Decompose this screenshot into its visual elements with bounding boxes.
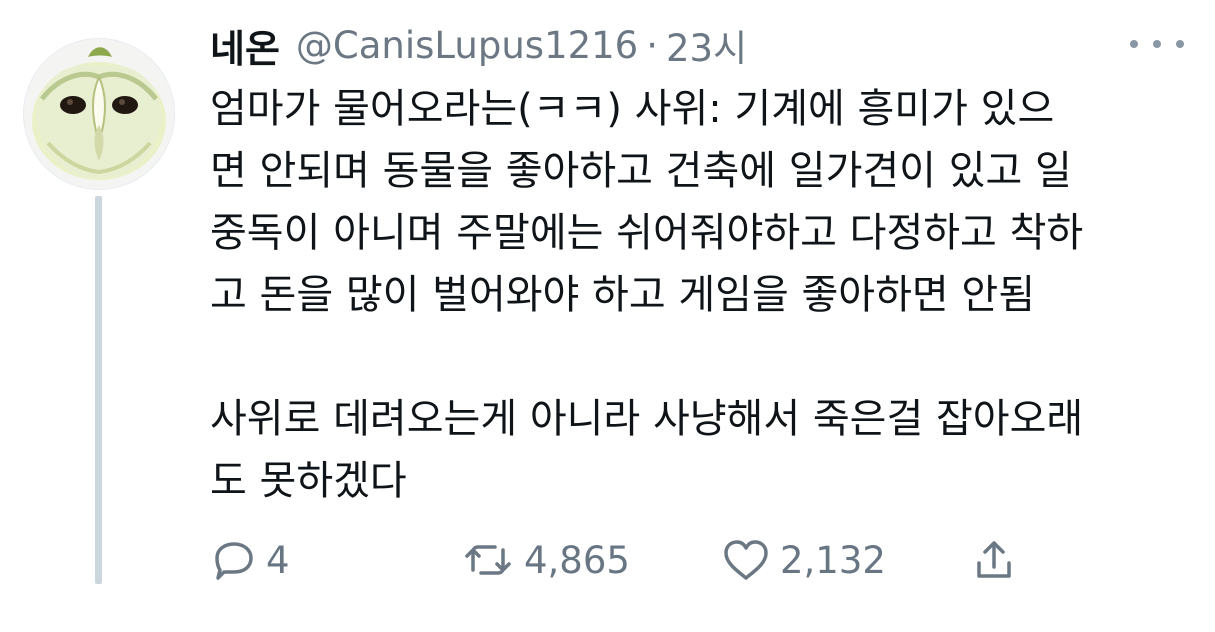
retweet-icon	[465, 545, 511, 575]
retweet-count: 4,865	[524, 538, 630, 582]
tweet: 네온 @CanisLupus1216 · 23시 엄마가 물어오라는(ㅋㅋ) 사…	[0, 0, 1215, 632]
reply-count: 4	[266, 538, 290, 582]
like-button[interactable]: 2,132	[720, 532, 886, 588]
tweet-text-line: 사위로 데려오는게 아니라 사냥해서 죽은걸 잡아오래	[210, 396, 1084, 442]
more-horizontal-icon[interactable]	[1130, 34, 1184, 54]
tweet-text-line: 엄마가 물어오라는(ㅋㅋ) 사위: 기계에 흥미가 있으	[210, 86, 1055, 132]
display-name[interactable]: 네온	[210, 18, 280, 73]
user-handle[interactable]: @CanisLupus1216	[296, 24, 638, 67]
more-dot	[1130, 40, 1138, 48]
tweet-header: 네온 @CanisLupus1216 · 23시	[210, 18, 747, 72]
retweet-button[interactable]: 4,865	[460, 532, 630, 588]
tweet-text: 엄마가 물어오라는(ㅋㅋ) 사위: 기계에 흥미가 있으 면 안되며 동물을 좋…	[210, 78, 1185, 512]
avatar[interactable]	[23, 38, 175, 190]
tweet-actions: 4 4,865 2,132	[210, 532, 1190, 588]
reply-icon	[215, 542, 253, 580]
owl-apple-avatar-icon	[24, 39, 174, 189]
share-icon	[977, 541, 1011, 578]
heart-icon	[724, 540, 768, 580]
reply-button[interactable]: 4	[210, 532, 290, 588]
tweet-text-line: 도 못하겠다	[210, 458, 407, 504]
tweet-text-line: 면 안되며 동물을 좋아하고 건축에 일가견이 있고 일	[210, 148, 1072, 194]
more-dot	[1176, 40, 1184, 48]
thread-line	[95, 196, 102, 584]
tweet-text-line: 고 돈을 많이 벌어와야 하고 게임을 좋아하면 안됨	[210, 272, 1036, 318]
timestamp-separator: ·	[646, 23, 658, 67]
like-count: 2,132	[780, 538, 886, 582]
tweet-text-line: 중독이 아니며 주말에는 쉬어줘야하고 다정하고 착하	[210, 210, 1084, 256]
tweet-time[interactable]: 23시	[666, 18, 747, 72]
share-button[interactable]	[970, 532, 1018, 588]
more-dot	[1153, 40, 1161, 48]
tweet-text-blank-line	[210, 326, 1185, 388]
